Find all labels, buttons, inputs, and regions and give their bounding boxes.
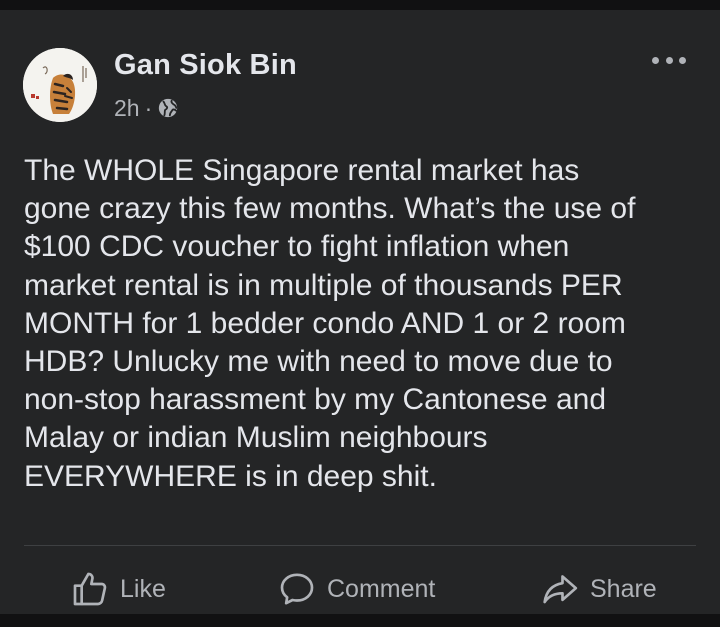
post-time[interactable]: 2h: [114, 95, 140, 122]
divider: [24, 545, 696, 546]
meta-separator: ·: [144, 94, 153, 121]
comment-button[interactable]: Comment: [277, 563, 435, 615]
more-dot: [679, 56, 686, 64]
speech-bubble-icon: [280, 573, 314, 605]
globe-icon[interactable]: [157, 97, 179, 119]
post-meta: 2h ·: [114, 93, 179, 123]
comment-label: Comment: [327, 574, 436, 603]
post-text: The WHOLE Singapore rental market has go…: [24, 154, 636, 493]
author-name[interactable]: Gan Siok Bin: [114, 49, 297, 82]
thumbs-up-icon: [73, 572, 107, 606]
more-dot: [652, 56, 659, 64]
share-label: Share: [590, 574, 657, 603]
post-card: Gan Siok Bin 2h · The WHOLE Singapore re…: [0, 10, 720, 614]
more-dot: [665, 56, 673, 64]
share-arrow-icon: [543, 575, 578, 604]
post-action-bar: Like Comment Share: [0, 563, 720, 615]
avatar[interactable]: [23, 48, 97, 122]
like-button[interactable]: Like: [70, 563, 166, 615]
more-options-icon[interactable]: [652, 50, 686, 70]
share-button[interactable]: Share: [540, 563, 657, 615]
like-label: Like: [120, 574, 166, 603]
tiger-painting-avatar-image: [23, 48, 97, 122]
